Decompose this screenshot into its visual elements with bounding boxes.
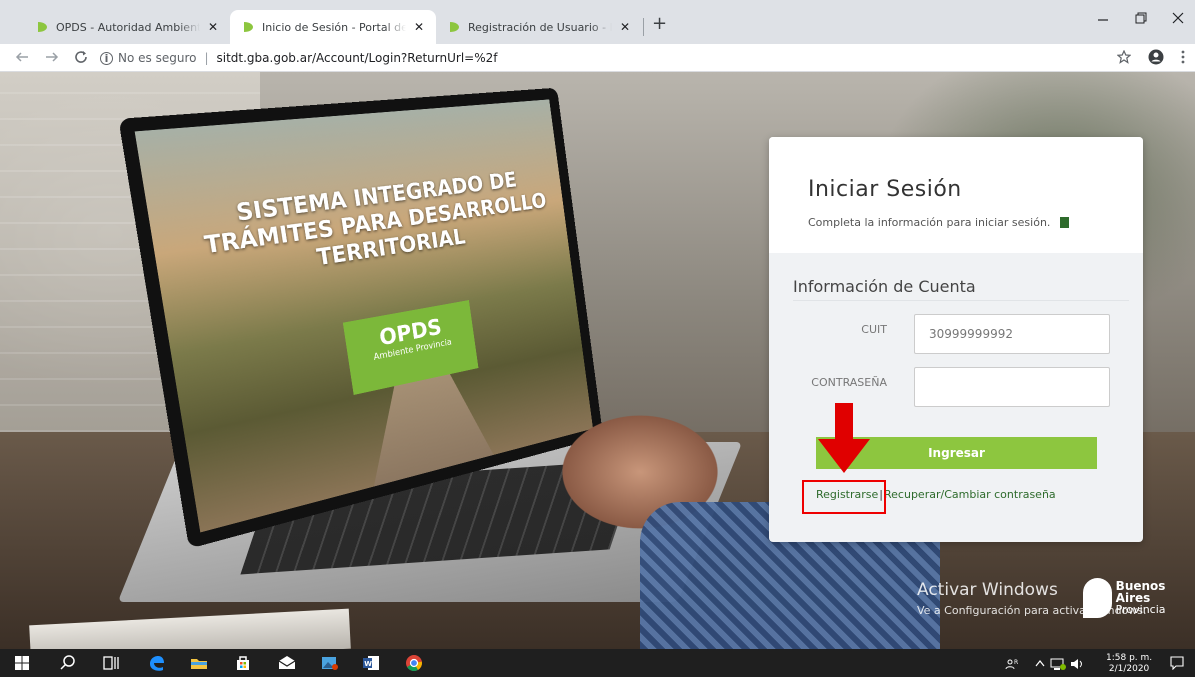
reload-icon[interactable] <box>74 50 88 64</box>
screen-headline: SISTEMA INTEGRADO DE TRÁMITES PARA DESAR… <box>202 168 548 272</box>
tab-close-icon[interactable]: ✕ <box>620 20 630 34</box>
new-tab-button[interactable]: + <box>652 15 667 33</box>
page-viewport: SISTEMA INTEGRADO DE TRÁMITES PARA DESAR… <box>0 72 1195 649</box>
edge-icon[interactable] <box>146 653 166 673</box>
login-card-header: Iniciar Sesión Completa la información p… <box>769 137 1143 253</box>
buenos-aires-text: Buenos Aires Provincia <box>1116 580 1195 616</box>
info-icon[interactable]: i <box>100 51 113 65</box>
cuit-label: CUIT <box>861 323 887 336</box>
windows-start-icon[interactable] <box>12 653 32 673</box>
password-label: CONTRASEÑA <box>811 376 887 389</box>
bookmark-star-icon[interactable] <box>1117 50 1131 64</box>
cuit-input[interactable] <box>914 314 1110 354</box>
back-arrow-icon[interactable] <box>15 50 29 64</box>
favicon-icon <box>244 22 253 32</box>
chevron-up-icon[interactable] <box>1035 659 1045 667</box>
address-bar[interactable]: i No es seguro | sitdt.gba.gob.ar/Accoun… <box>100 46 497 70</box>
omnibox-divider: | <box>204 51 209 65</box>
volume-icon[interactable] <box>1070 657 1084 671</box>
clock-date: 2/1/2020 <box>1108 664 1150 674</box>
word-icon[interactable]: W <box>361 653 381 673</box>
section-title: Información de Cuenta <box>793 277 976 296</box>
url-text[interactable]: sitdt.gba.gob.ar/Account/Login?ReturnUrl… <box>217 51 498 65</box>
svg-text:W: W <box>364 660 372 668</box>
forward-arrow-icon[interactable] <box>45 50 59 64</box>
notifications-icon[interactable] <box>1170 656 1184 670</box>
favicon-icon <box>450 22 459 32</box>
tab-strip: OPDS - Autoridad Ambiental | ✕ Inicio de… <box>0 0 1195 44</box>
section-divider <box>793 300 1129 301</box>
brand-line1: Buenos Aires <box>1115 579 1166 605</box>
login-subtitle: Completa la información para iniciar ses… <box>808 216 1143 229</box>
task-view-icon[interactable] <box>101 653 121 673</box>
profile-icon[interactable] <box>1148 49 1164 65</box>
tab-title: OPDS - Autoridad Ambiental | <box>56 20 200 34</box>
svg-text:R: R <box>1014 659 1018 666</box>
tab-opds[interactable]: OPDS - Autoridad Ambiental | ✕ <box>24 10 230 44</box>
green-square-icon <box>1060 217 1070 228</box>
opds-badge: OPDS Ambiente Provincia <box>342 300 479 395</box>
annotation-highlight-box <box>802 480 886 514</box>
recover-password-link[interactable]: Recuperar/Cambiar contraseña <box>884 488 1056 501</box>
people-icon[interactable]: R <box>1005 657 1019 671</box>
photos-icon[interactable] <box>320 653 340 673</box>
tab-login[interactable]: Inicio de Sesión - Portal de Trámites ✕ <box>230 10 436 44</box>
tab-close-icon[interactable]: ✕ <box>208 20 218 34</box>
password-input[interactable] <box>914 367 1110 407</box>
browser-toolbar: i No es seguro | sitdt.gba.gob.ar/Accoun… <box>0 44 1195 72</box>
network-icon[interactable] <box>1050 657 1066 671</box>
annotation-arrow-icon <box>818 403 870 473</box>
minimize-icon[interactable] <box>1097 14 1109 26</box>
tab-separator <box>643 18 644 36</box>
tab-registration[interactable]: Registración de Usuario - Portal de ✕ <box>436 10 642 44</box>
kebab-menu-icon[interactable] <box>1180 50 1186 64</box>
mail-icon[interactable] <box>277 653 297 673</box>
chrome-icon[interactable] <box>404 653 424 673</box>
store-icon[interactable] <box>233 653 253 673</box>
favicon-icon <box>38 22 47 32</box>
browser-window: OPDS - Autoridad Ambiental | ✕ Inicio de… <box>0 0 1195 677</box>
window-close-icon[interactable] <box>1172 12 1184 24</box>
page-title: Iniciar Sesión <box>808 177 962 202</box>
file-explorer-icon[interactable] <box>189 653 209 673</box>
login-subtitle-text: Completa la información para iniciar ses… <box>808 216 1051 229</box>
clock-time: 1:58 p. m. <box>1106 653 1153 663</box>
search-icon[interactable] <box>58 653 78 673</box>
buenos-aires-logo: Buenos Aires Provincia <box>1083 578 1195 618</box>
windows-taskbar: W R 1:58 p. m. 2/1/2020 <box>0 649 1195 677</box>
tab-title: Inicio de Sesión - Portal de Trámites <box>262 20 406 34</box>
system-clock[interactable]: 1:58 p. m. 2/1/2020 <box>1106 653 1152 675</box>
buenos-aires-mark-icon <box>1083 578 1112 618</box>
brand-line2: Provincia <box>1115 603 1166 616</box>
tab-close-icon[interactable]: ✕ <box>414 20 424 34</box>
restore-icon[interactable] <box>1135 12 1147 24</box>
security-label: No es seguro <box>118 51 197 65</box>
tab-title: Registración de Usuario - Portal de <box>468 20 612 34</box>
